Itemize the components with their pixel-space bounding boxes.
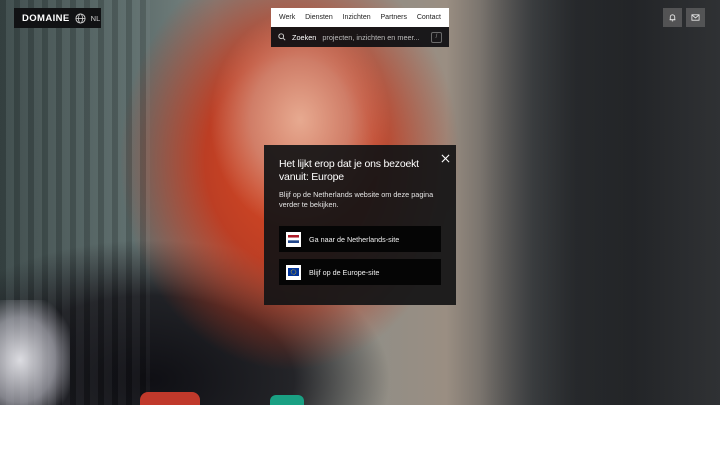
netherlands-flag-icon	[286, 231, 301, 247]
search-label: Zoeken	[292, 32, 317, 42]
language-code[interactable]: NL	[91, 14, 101, 23]
bell-icon	[668, 9, 677, 27]
search-icon	[278, 33, 286, 41]
hero-jacket-red-accent	[140, 392, 200, 405]
region-modal: Het lijkt erop dat je ons bezoekt vanuit…	[264, 145, 456, 305]
nav-item-partners[interactable]: Partners	[381, 14, 407, 21]
hero-jacket-teal-accent	[270, 395, 304, 405]
globe-icon[interactable]	[75, 12, 86, 24]
search-shortcut-key: /	[431, 31, 442, 43]
nav-item-werk[interactable]: Werk	[279, 14, 295, 21]
logo[interactable]: DOMAINE	[22, 13, 70, 24]
modal-body: Blijf op de Netherlands website om deze …	[279, 190, 434, 209]
close-icon[interactable]	[441, 150, 451, 163]
main-nav: Werk Diensten Inzichten Partners Contact	[271, 8, 449, 27]
contact-button[interactable]	[686, 8, 705, 27]
hero-background-blur	[480, 0, 720, 405]
europe-site-button[interactable]: Blijf op de Europe-site	[279, 259, 441, 285]
mail-icon	[691, 9, 700, 27]
notifications-button[interactable]	[663, 8, 682, 27]
nav-item-inzichten[interactable]: Inzichten	[343, 14, 371, 21]
europe-flag-icon	[286, 264, 301, 280]
netherlands-site-button[interactable]: Ga naar de Netherlands-site	[279, 226, 441, 252]
modal-title: Het lijkt erop dat je ons bezoekt vanuit…	[279, 158, 419, 183]
hero-jacket-highlight	[0, 300, 70, 405]
search-input[interactable]	[322, 32, 425, 42]
europe-site-label: Blijf op de Europe-site	[309, 267, 380, 277]
brand-bar: DOMAINE NL	[14, 8, 101, 28]
search-bar[interactable]: Zoeken /	[271, 27, 449, 47]
netherlands-site-label: Ga naar de Netherlands-site	[309, 234, 400, 244]
nav-item-diensten[interactable]: Diensten	[305, 14, 333, 21]
nav-item-contact[interactable]: Contact	[417, 14, 441, 21]
